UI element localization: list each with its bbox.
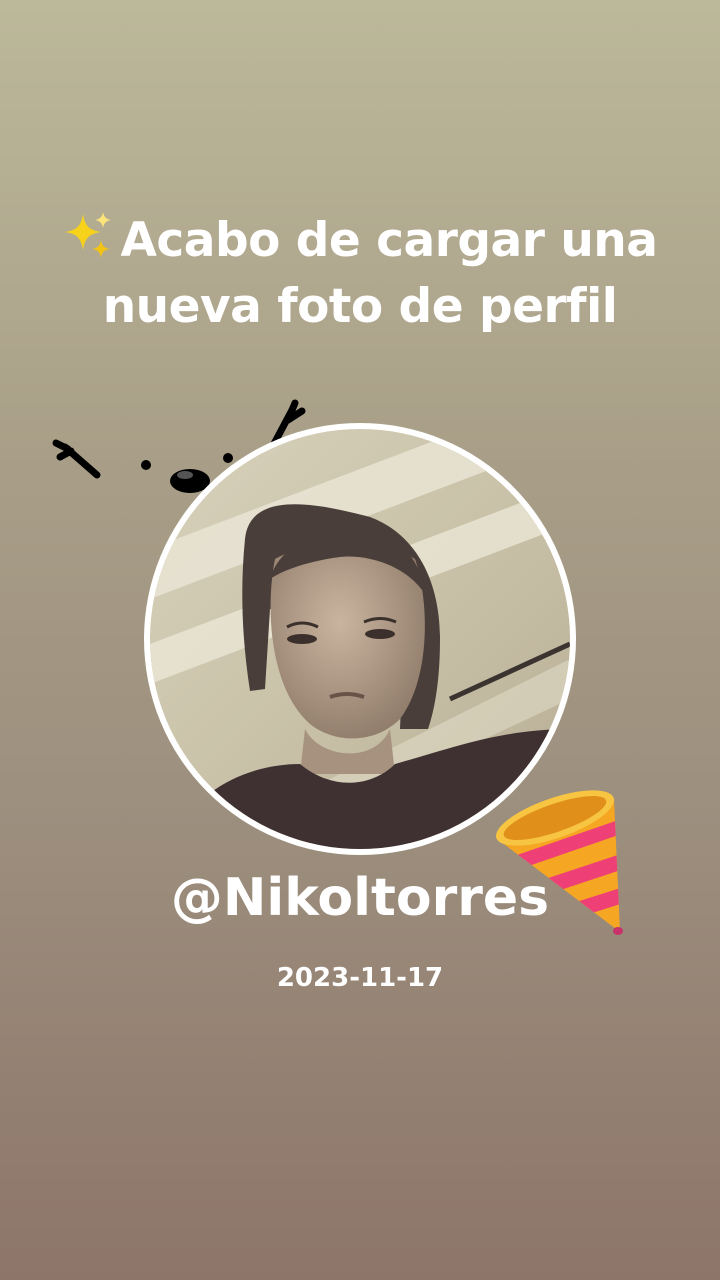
- party-popper-icon: [496, 790, 623, 935]
- headline-text: Acabo de cargar una nueva foto de perfil: [102, 213, 658, 334]
- headline: Acabo de cargar una nueva foto de perfil: [40, 208, 680, 340]
- post-date: 2023-11-17: [276, 963, 444, 993]
- sparkles-icon: [64, 212, 111, 258]
